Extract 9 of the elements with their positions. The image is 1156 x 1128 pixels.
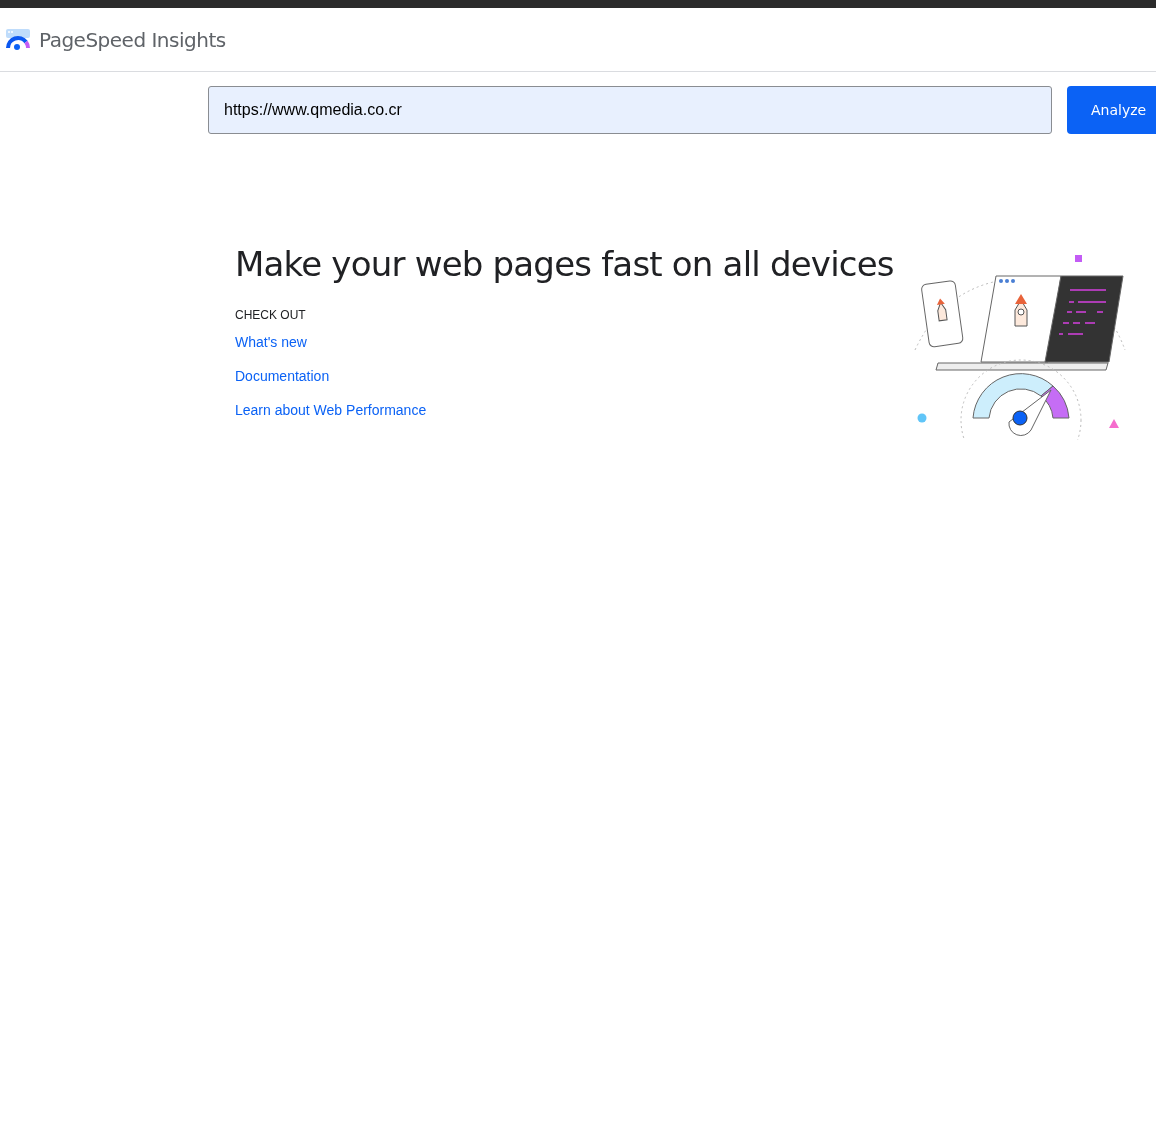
hero-heading: Make your web pages fast on all devices	[235, 244, 894, 284]
section-label: CHECK OUT	[235, 308, 306, 322]
url-input-field[interactable]: https://www.qmedia.co.cr	[208, 86, 1052, 134]
link[interactable]: Learn about Web Performance	[235, 402, 427, 418]
app-title: PageSpeed Insights	[39, 27, 226, 52]
link[interactable]: Documentation	[235, 368, 330, 384]
link[interactable]: What's new	[235, 334, 307, 350]
analyze-button[interactable]: Analyze	[1067, 86, 1156, 134]
logo-icon	[5, 27, 31, 52]
